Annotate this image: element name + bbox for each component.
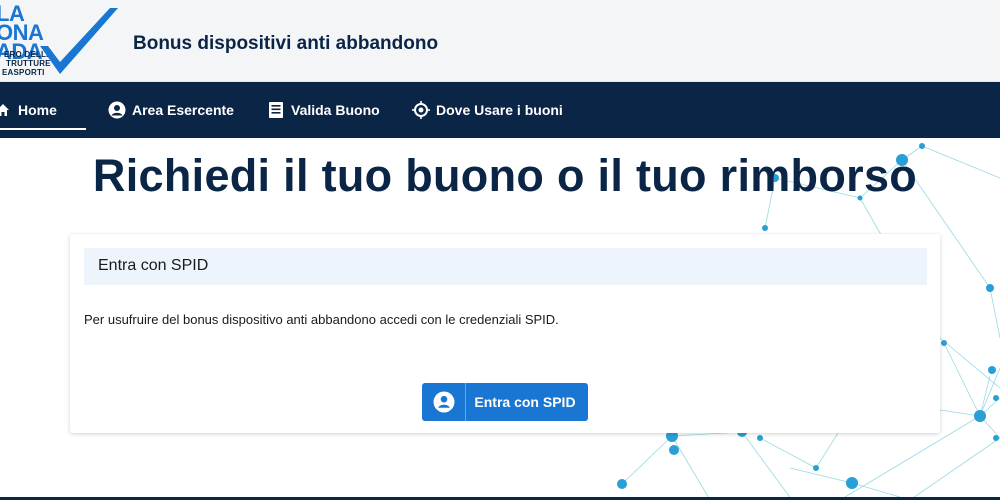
nav-item-valida-buono[interactable]: Valida Buono	[267, 82, 380, 138]
spid-login-card: Entra con SPID Per usufruire del bonus d…	[70, 234, 940, 433]
main-nav: Home Area Esercente Valida Buono Dove Us…	[0, 82, 1000, 138]
nav-item-label: Dove Usare i buoni	[436, 102, 563, 118]
card-title: Entra con SPID	[98, 257, 209, 274]
card-description: Per usufruire del bonus dispositivo anti…	[84, 312, 559, 327]
ministry-logo[interactable]: LA ONA ADA ERO DELLE TRUTTURE EASPORTI	[0, 0, 122, 82]
site-header: LA ONA ADA ERO DELLE TRUTTURE EASPORTI B…	[0, 0, 1000, 82]
home-icon	[0, 101, 12, 119]
active-nav-indicator	[0, 128, 86, 130]
document-list-icon	[267, 101, 285, 119]
spid-login-button-label: Entra con SPID	[474, 394, 576, 410]
user-icon	[422, 383, 466, 421]
user-circle-icon	[108, 101, 126, 119]
location-target-icon	[412, 101, 430, 119]
page-title: Richiedi il tuo buono o il tuo rimborso	[92, 150, 918, 201]
nav-item-area-esercente[interactable]: Area Esercente	[108, 82, 234, 138]
checkmark-logo-icon	[40, 8, 118, 74]
nav-item-label: Area Esercente	[132, 102, 234, 118]
nav-item-dove-usare[interactable]: Dove Usare i buoni	[412, 82, 563, 138]
site-title: Bonus dispositivi anti abbandono	[133, 33, 439, 54]
nav-item-label: Home	[18, 102, 57, 118]
spid-login-button[interactable]: Entra con SPID	[422, 383, 588, 421]
nav-item-label: Valida Buono	[291, 102, 380, 118]
card-header: Entra con SPID	[84, 248, 927, 285]
